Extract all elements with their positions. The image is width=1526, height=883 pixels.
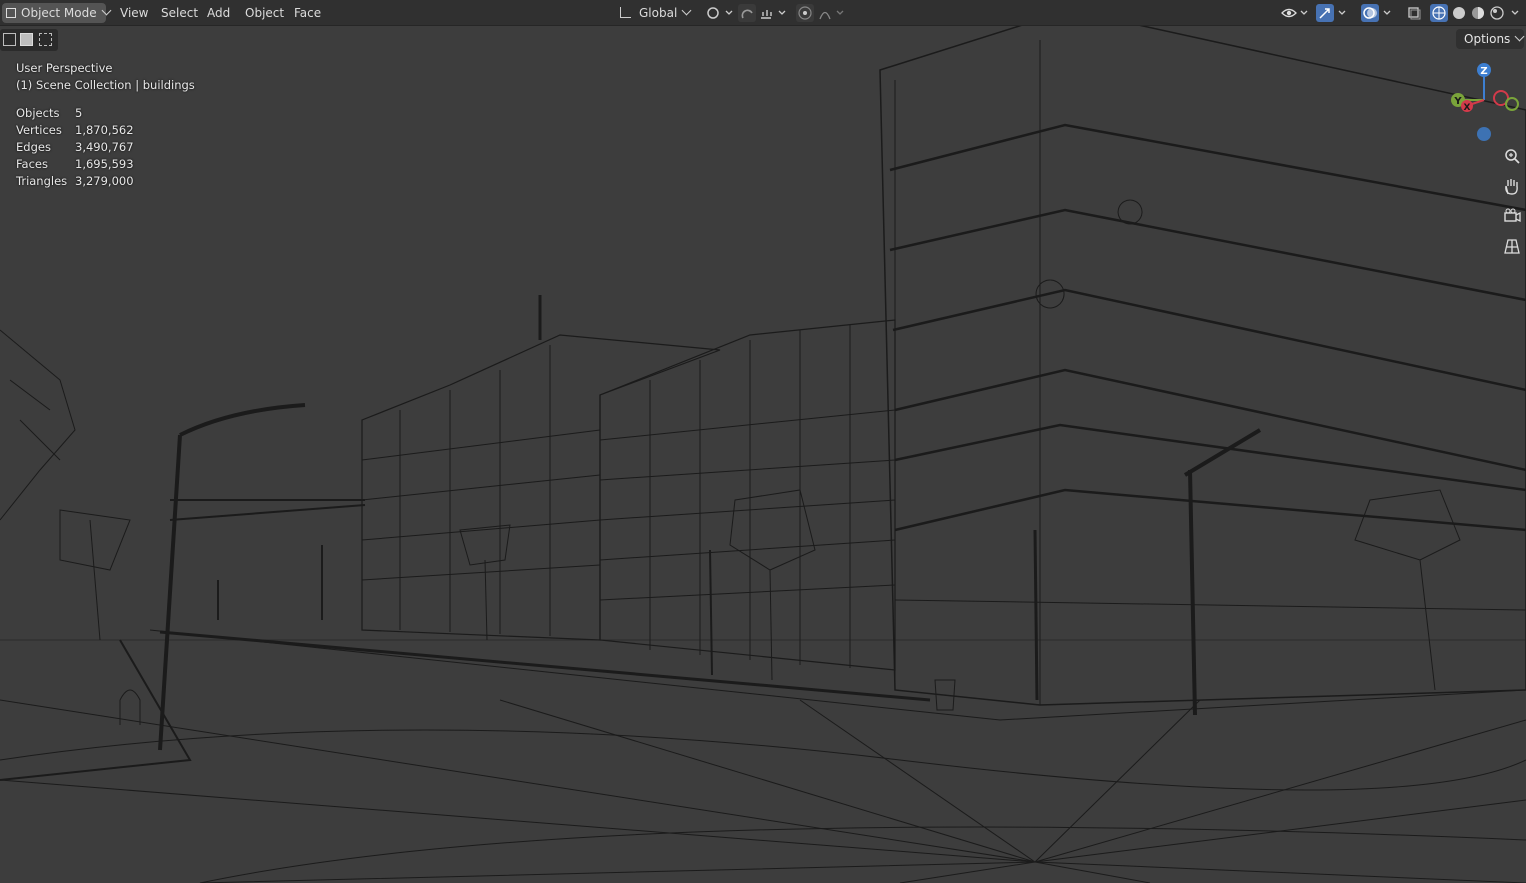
chevron-down-icon[interactable] — [1337, 4, 1349, 22]
stat-label: Triangles — [16, 174, 68, 188]
falloff-icon[interactable] — [818, 4, 844, 22]
stat-value: 1,870,562 — [75, 123, 134, 137]
gizmo-y-label: Y — [1453, 96, 1462, 107]
options-dropdown[interactable]: Options — [1456, 29, 1525, 49]
chevron-down-icon — [681, 5, 692, 16]
wireframe-scene — [0, 26, 1526, 883]
stat-value: 3,490,767 — [75, 140, 134, 154]
material-shading-icon[interactable] — [1469, 4, 1487, 22]
stat-triangles: Triangles 3,279,000 — [16, 173, 195, 190]
grid-icon[interactable] — [1500, 234, 1524, 258]
options-label: Options — [1464, 32, 1511, 46]
menu-face[interactable]: Face — [294, 3, 321, 23]
stat-vertices: Vertices 1,870,562 — [16, 122, 195, 139]
chevron-down-icon[interactable] — [1509, 4, 1523, 22]
pivot-icon[interactable] — [705, 4, 733, 22]
view-name: User Perspective — [16, 61, 113, 75]
chevron-down-icon[interactable] — [1382, 4, 1394, 22]
stat-label: Faces — [16, 157, 48, 171]
viewport-info-overlay: User Perspective (1) Scene Collection | … — [16, 60, 195, 190]
stat-label: Edges — [16, 140, 51, 154]
collection-info: (1) Scene Collection | buildings — [16, 78, 195, 92]
menu-select[interactable]: Select — [161, 3, 198, 23]
rendered-shading-icon[interactable] — [1488, 4, 1506, 22]
menu-add[interactable]: Add — [207, 3, 230, 23]
select-new-icon[interactable] — [3, 33, 16, 46]
stat-label: Vertices — [16, 123, 62, 137]
stat-value: 1,695,593 — [75, 157, 134, 171]
zoom-icon[interactable] — [1500, 144, 1524, 168]
3d-viewport[interactable]: User Perspective (1) Scene Collection | … — [0, 26, 1526, 883]
chevron-down-icon — [1514, 31, 1525, 42]
select-extend-icon[interactable] — [20, 33, 33, 46]
stat-label: Objects — [16, 106, 60, 120]
select-subtract-icon[interactable] — [39, 33, 52, 46]
navigation-gizmo[interactable]: Z Y X — [1446, 58, 1526, 148]
snap-increment-icon[interactable] — [758, 4, 786, 22]
proportional-edit-icon[interactable] — [796, 4, 814, 22]
viewport-header: Object Mode View Select Add Object Face … — [0, 0, 1526, 26]
selection-mode-toolbar — [0, 29, 58, 51]
transform-orientation-selector[interactable]: Global — [620, 3, 696, 23]
transform-orientation-label: Global — [639, 6, 678, 20]
transform-orientation-icon — [620, 7, 631, 18]
mode-selector[interactable]: Object Mode — [2, 3, 112, 23]
stat-value: 5 — [75, 106, 83, 120]
gizmo-x-label: X — [1464, 103, 1471, 113]
hand-icon[interactable] — [1500, 174, 1524, 198]
overlay-icon[interactable] — [1361, 4, 1379, 22]
snap-icon[interactable] — [738, 4, 756, 22]
gizmo-icon[interactable] — [1316, 4, 1334, 22]
stat-objects: Objects 5 — [16, 105, 195, 122]
xray-icon[interactable] — [1405, 4, 1423, 22]
object-mode-icon — [6, 8, 16, 18]
gizmo-z-label: Z — [1480, 66, 1487, 77]
camera-icon[interactable] — [1500, 204, 1524, 228]
mode-label: Object Mode — [21, 6, 97, 20]
stat-value: 3,279,000 — [75, 174, 134, 188]
stat-edges: Edges 3,490,767 — [16, 139, 195, 156]
solid-shading-icon[interactable] — [1450, 4, 1468, 22]
menu-view[interactable]: View — [120, 3, 148, 23]
wireframe-shading-icon[interactable] — [1430, 4, 1448, 22]
chevron-down-icon — [101, 5, 112, 16]
stat-faces: Faces 1,695,593 — [16, 156, 195, 173]
menu-object[interactable]: Object — [245, 3, 284, 23]
visibility-icon[interactable] — [1280, 4, 1308, 22]
